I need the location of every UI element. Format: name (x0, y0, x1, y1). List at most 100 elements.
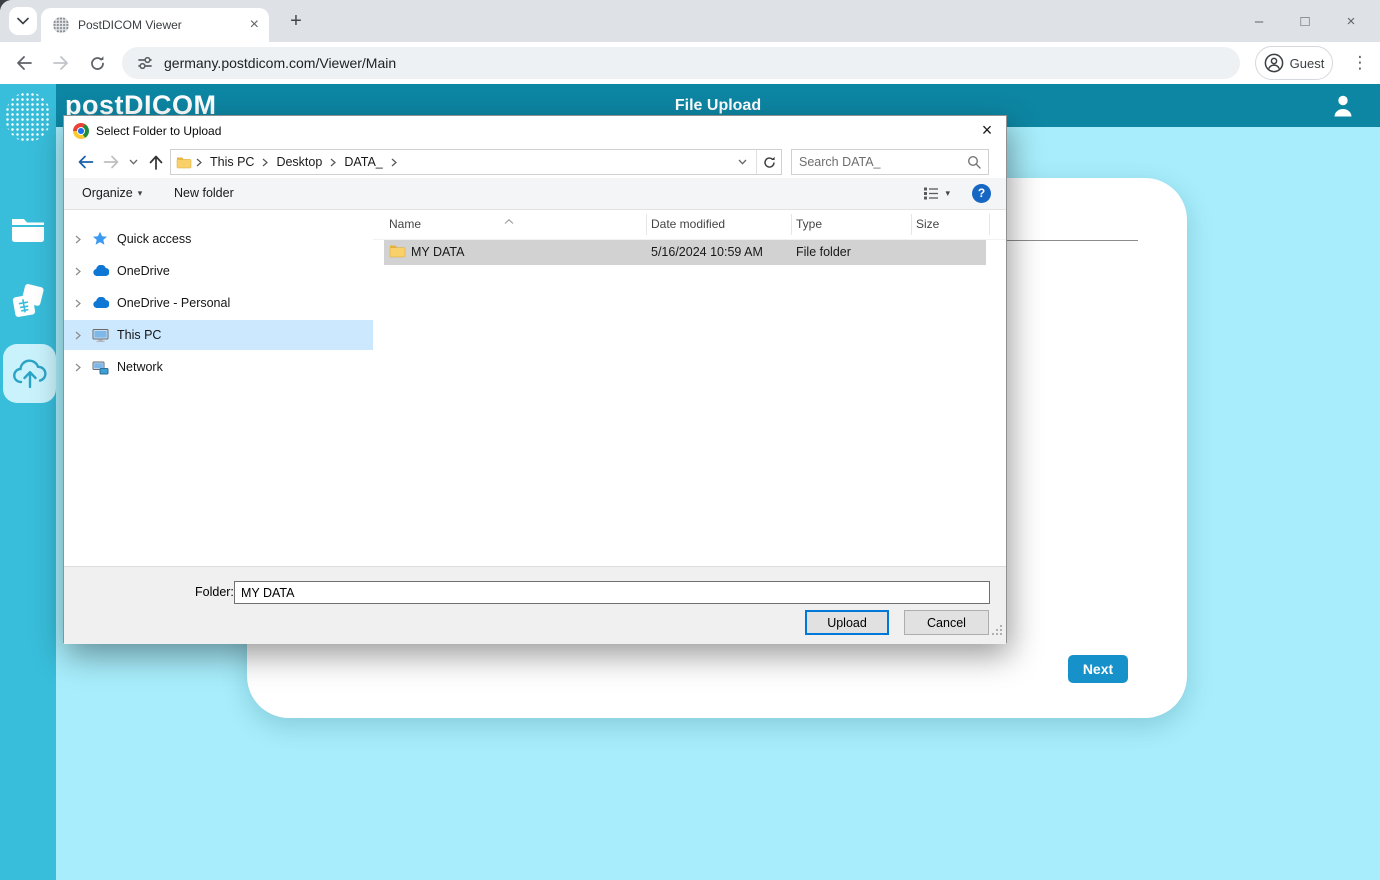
file-date-modified: 5/16/2024 10:59 AM (651, 245, 763, 259)
this-pc-monitor-icon (92, 328, 109, 343)
forward-button[interactable] (47, 49, 75, 77)
chevron-down-icon (17, 17, 29, 25)
tree-label: Network (117, 360, 163, 374)
tab-search-button[interactable] (9, 7, 37, 35)
folder-icon (389, 244, 406, 261)
address-dropdown-button[interactable] (732, 159, 752, 165)
change-view-button[interactable]: ▾ (923, 186, 950, 201)
profile-button[interactable]: Guest (1255, 46, 1333, 80)
dialog-title: Select Folder to Upload (96, 124, 221, 138)
chevron-right-icon (75, 267, 81, 276)
chevron-right-icon (75, 331, 81, 340)
folder-name-input[interactable] (234, 581, 990, 604)
browser-tab[interactable]: PostDICOM Viewer × (41, 8, 269, 42)
folder-icon (10, 215, 46, 243)
tree-item-quick-access[interactable]: Quick access (64, 224, 373, 254)
column-header-date[interactable]: Date modified (651, 217, 725, 231)
tree-item-onedrive-personal[interactable]: OneDrive - Personal (64, 288, 373, 318)
dialog-forward-button[interactable] (98, 150, 124, 174)
search-box[interactable] (791, 149, 989, 175)
dialog-footer: Folder: Upload Cancel (64, 566, 1006, 644)
tree-item-onedrive[interactable]: OneDrive (64, 256, 373, 286)
person-icon (1332, 94, 1354, 118)
chevron-down-icon (129, 159, 138, 165)
chevron-right-icon (196, 158, 202, 167)
up-one-level-button[interactable] (143, 150, 169, 174)
url-bar[interactable]: germany.postdicom.com/Viewer/Main (122, 47, 1240, 79)
tab-close-icon[interactable]: × (250, 17, 259, 33)
onedrive-cloud-icon (92, 297, 109, 309)
column-divider[interactable] (911, 214, 912, 235)
help-button[interactable]: ? (972, 184, 991, 203)
search-input[interactable] (799, 155, 967, 169)
sidebar-item-folders[interactable] (0, 215, 56, 243)
cancel-button[interactable]: Cancel (904, 610, 989, 635)
breadcrumb-this-pc[interactable]: This PC (206, 153, 258, 171)
address-bar[interactable]: This PC Desktop DATA_ (170, 149, 782, 175)
back-button[interactable] (10, 49, 38, 77)
next-button[interactable]: Next (1068, 655, 1128, 683)
folder-tree: Quick access OneDrive OneDrive - Persona… (64, 210, 373, 566)
dialog-close-button[interactable]: × (975, 120, 999, 142)
maximize-button[interactable]: □ (1282, 13, 1328, 30)
upload-button[interactable]: Upload (805, 610, 889, 635)
image-cards-icon (9, 284, 47, 320)
folder-field-label: Folder: (195, 585, 234, 599)
column-divider[interactable] (989, 214, 990, 235)
refresh-button[interactable] (756, 150, 781, 174)
sidebar-item-upload[interactable] (3, 344, 56, 403)
chevron-right-icon (75, 363, 81, 372)
arrow-left-icon (15, 55, 33, 71)
browser-titlebar[interactable]: PostDICOM Viewer × + – □ × (0, 0, 1380, 42)
resize-grip[interactable] (992, 623, 1003, 641)
recent-locations-button[interactable] (124, 150, 142, 174)
dialog-back-button[interactable] (72, 150, 98, 174)
file-row-my-data[interactable]: MY DATA 5/16/2024 10:59 AM File folder (384, 240, 986, 265)
chrome-logo-icon (73, 123, 89, 139)
column-divider[interactable] (791, 214, 792, 235)
new-folder-button[interactable]: New folder (174, 186, 234, 200)
chevron-right-icon (262, 158, 268, 167)
onedrive-cloud-icon (92, 265, 109, 277)
tree-item-network[interactable]: Network (64, 352, 373, 382)
refresh-icon (763, 156, 776, 169)
app-sidebar (0, 84, 56, 880)
web-page: postDICOM File Upload (0, 84, 1380, 880)
tree-item-this-pc[interactable]: This PC (64, 320, 373, 350)
sort-ascending-icon (504, 211, 514, 229)
column-header-type[interactable]: Type (796, 217, 822, 231)
guest-avatar-icon (1264, 53, 1284, 73)
url-text: germany.postdicom.com/Viewer/Main (164, 55, 396, 71)
breadcrumb-desktop[interactable]: Desktop (272, 153, 326, 171)
breadcrumb-data[interactable]: DATA_ (340, 153, 386, 171)
window-close-button[interactable]: × (1328, 13, 1374, 30)
file-dialog: Select Folder to Upload × (63, 115, 1007, 643)
reload-button[interactable] (83, 49, 111, 77)
column-header-name[interactable]: Name (389, 217, 421, 231)
browser-toolbar: germany.postdicom.com/Viewer/Main Guest … (0, 42, 1380, 84)
tree-label: This PC (117, 328, 161, 342)
minimize-button[interactable]: – (1236, 13, 1282, 30)
sidebar-item-studies[interactable] (0, 284, 56, 320)
arrow-right-icon (103, 155, 120, 169)
arrow-left-icon (77, 155, 94, 169)
arrow-right-icon (52, 55, 70, 71)
page-title: File Upload (56, 97, 1380, 115)
user-account-button[interactable] (1332, 94, 1354, 123)
site-info-icon[interactable] (136, 54, 154, 72)
dialog-nav-bar: This PC Desktop DATA_ (64, 146, 1006, 178)
column-header-size[interactable]: Size (916, 217, 939, 231)
dialog-titlebar[interactable]: Select Folder to Upload × (64, 116, 1006, 146)
organize-button[interactable]: Organize ▾ (82, 186, 142, 200)
file-list: Name Date modified Type Size MY DATA 5/1… (373, 210, 1006, 566)
network-icon (92, 360, 109, 375)
quick-access-star-icon (92, 231, 108, 247)
new-folder-label: New folder (174, 186, 234, 200)
browser-menu-button[interactable]: ⋮ (1347, 50, 1373, 76)
search-icon[interactable] (967, 155, 981, 169)
folder-icon (176, 156, 192, 169)
tree-label: OneDrive - Personal (117, 296, 230, 310)
profile-label: Guest (1290, 56, 1325, 71)
new-tab-button[interactable]: + (282, 7, 310, 35)
column-divider[interactable] (646, 214, 647, 235)
